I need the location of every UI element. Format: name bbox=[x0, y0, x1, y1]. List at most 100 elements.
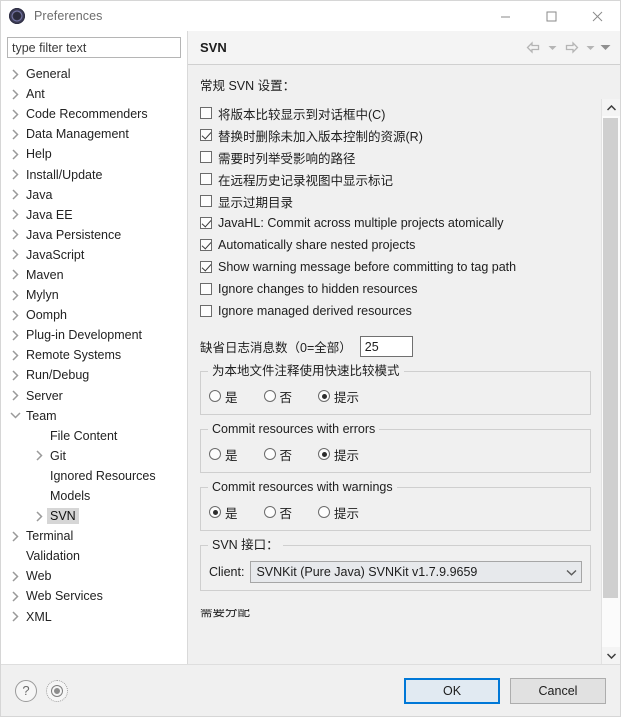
checkbox-checked-icon[interactable] bbox=[200, 217, 212, 229]
checkbox-checked-icon[interactable] bbox=[200, 239, 212, 251]
sidebar-item-ant[interactable]: Ant bbox=[1, 84, 187, 104]
scrollbar-track[interactable] bbox=[602, 116, 620, 647]
chevron-down-icon[interactable] bbox=[7, 412, 23, 419]
radio-option[interactable]: 否 bbox=[263, 503, 292, 522]
apply-defaults-icon[interactable] bbox=[46, 679, 68, 702]
sidebar-item-maven[interactable]: Maven bbox=[1, 265, 187, 285]
radio-unselected-icon[interactable] bbox=[209, 390, 221, 402]
setting-checkbox-row[interactable]: 替换时删除未加入版本控制的资源(R) bbox=[200, 124, 591, 146]
sidebar-item-mylyn[interactable]: Mylyn bbox=[1, 285, 187, 305]
ok-button[interactable]: OK bbox=[404, 677, 500, 704]
radio-option[interactable]: 是 bbox=[209, 503, 238, 522]
sidebar-item-remote-systems[interactable]: Remote Systems bbox=[1, 345, 187, 365]
sidebar-item-install-update[interactable]: Install/Update bbox=[1, 164, 187, 184]
setting-checkbox-row[interactable]: 在远程历史记录视图中显示标记 bbox=[200, 168, 591, 190]
chevron-right-icon[interactable] bbox=[7, 249, 23, 260]
chevron-right-icon[interactable] bbox=[7, 69, 23, 80]
search-input[interactable] bbox=[7, 37, 181, 58]
setting-checkbox-row[interactable]: Ignore managed derived resources bbox=[200, 300, 591, 322]
checkbox-unchecked-icon[interactable] bbox=[200, 173, 212, 185]
chevron-right-icon[interactable] bbox=[7, 269, 23, 281]
sidebar-item-validation[interactable]: Validation bbox=[1, 546, 187, 566]
content-scrollbar[interactable] bbox=[601, 99, 620, 664]
radio-unselected-icon[interactable] bbox=[263, 390, 276, 402]
view-menu-chevron-down-icon[interactable] bbox=[599, 38, 612, 58]
sidebar-item-web[interactable]: Web bbox=[1, 566, 187, 586]
back-menu-chevron-down-icon[interactable] bbox=[546, 38, 559, 58]
sidebar-item-java-ee[interactable]: Java EE bbox=[1, 205, 187, 225]
sidebar-item-plug-in-development[interactable]: Plug-in Development bbox=[1, 325, 187, 345]
sidebar-item-git[interactable]: Git bbox=[1, 446, 187, 466]
sidebar-item-code-recommenders[interactable]: Code Recommenders bbox=[1, 104, 187, 124]
chevron-right-icon[interactable] bbox=[7, 229, 23, 240]
chevron-right-icon[interactable] bbox=[7, 571, 23, 582]
chevron-right-icon[interactable] bbox=[7, 129, 23, 140]
sidebar-item-ignored-resources[interactable]: Ignored Resources bbox=[1, 466, 187, 486]
sidebar-item-file-content[interactable]: File Content bbox=[1, 426, 187, 446]
radio-option[interactable]: 是 bbox=[209, 387, 238, 406]
scroll-down-chevron-down-icon[interactable] bbox=[602, 647, 620, 664]
sidebar-item-java-persistence[interactable]: Java Persistence bbox=[1, 225, 187, 245]
chevron-right-icon[interactable] bbox=[7, 189, 23, 200]
chevron-right-icon[interactable] bbox=[7, 531, 23, 542]
chevron-right-icon[interactable] bbox=[7, 290, 23, 301]
radio-unselected-icon[interactable] bbox=[318, 506, 331, 518]
chevron-right-icon[interactable] bbox=[31, 450, 47, 461]
scroll-up-chevron-up-icon[interactable] bbox=[602, 99, 620, 116]
checkbox-unchecked-icon[interactable] bbox=[200, 151, 212, 163]
sidebar-item-web-services[interactable]: Web Services bbox=[1, 586, 187, 606]
close-icon[interactable] bbox=[574, 1, 620, 31]
setting-checkbox-row[interactable]: Automatically share nested projects bbox=[200, 234, 591, 256]
sidebar-item-javascript[interactable]: JavaScript bbox=[1, 245, 187, 265]
radio-selected-icon[interactable] bbox=[209, 506, 221, 518]
sidebar-item-xml[interactable]: XML bbox=[1, 607, 187, 627]
chevron-right-icon[interactable] bbox=[31, 511, 47, 522]
radio-unselected-icon[interactable] bbox=[209, 448, 221, 460]
radio-option[interactable]: 是 bbox=[209, 445, 238, 464]
setting-checkbox-row[interactable]: 显示过期目录 bbox=[200, 190, 591, 212]
cancel-button[interactable]: Cancel bbox=[510, 677, 606, 704]
forward-menu-chevron-down-icon[interactable] bbox=[584, 38, 597, 58]
sidebar-item-models[interactable]: Models bbox=[1, 486, 187, 506]
chevron-right-icon[interactable] bbox=[7, 89, 23, 100]
checkbox-unchecked-icon[interactable] bbox=[200, 305, 212, 317]
sidebar-item-terminal[interactable]: Terminal bbox=[1, 526, 187, 546]
checkbox-unchecked-icon[interactable] bbox=[200, 107, 212, 119]
chevron-right-icon[interactable] bbox=[7, 591, 23, 602]
radio-selected-icon[interactable] bbox=[318, 390, 331, 402]
minimize-icon[interactable] bbox=[482, 1, 528, 31]
checkbox-unchecked-icon[interactable] bbox=[200, 283, 212, 295]
log-messages-input[interactable] bbox=[359, 336, 413, 357]
chevron-right-icon[interactable] bbox=[7, 310, 23, 321]
radio-option[interactable]: 否 bbox=[263, 387, 292, 406]
sidebar-item-svn[interactable]: SVN bbox=[1, 506, 187, 526]
forward-arrow-icon[interactable] bbox=[561, 38, 582, 58]
sidebar-item-java[interactable]: Java bbox=[1, 185, 187, 205]
radio-unselected-icon[interactable] bbox=[263, 448, 276, 460]
sidebar-item-general[interactable]: General bbox=[1, 64, 187, 84]
chevron-right-icon[interactable] bbox=[7, 109, 23, 120]
chevron-right-icon[interactable] bbox=[7, 169, 23, 180]
maximize-icon[interactable] bbox=[528, 1, 574, 31]
sidebar-item-help[interactable]: Help bbox=[1, 144, 187, 164]
checkbox-checked-icon[interactable] bbox=[200, 261, 212, 273]
preferences-tree[interactable]: General Ant Code Recommenders Data Manageme… bbox=[1, 64, 187, 627]
chevron-right-icon[interactable] bbox=[7, 209, 23, 220]
checkbox-checked-icon[interactable] bbox=[200, 129, 212, 141]
sidebar-item-team[interactable]: Team bbox=[1, 406, 187, 426]
sidebar-item-run-debug[interactable]: Run/Debug bbox=[1, 365, 187, 385]
radio-option[interactable]: 否 bbox=[263, 445, 292, 464]
checkbox-unchecked-icon[interactable] bbox=[200, 195, 212, 207]
back-arrow-icon[interactable] bbox=[523, 38, 544, 58]
chevron-right-icon[interactable] bbox=[7, 330, 23, 341]
radio-option[interactable]: 提示 bbox=[318, 503, 359, 522]
chevron-right-icon[interactable] bbox=[7, 350, 23, 361]
setting-checkbox-row[interactable]: 将版本比较显示到对话框中(C) bbox=[200, 102, 591, 124]
sidebar-item-oomph[interactable]: Oomph bbox=[1, 305, 187, 325]
chevron-right-icon[interactable] bbox=[7, 611, 23, 622]
setting-checkbox-row[interactable]: Show warning message before committing t… bbox=[200, 256, 591, 278]
scrollbar-thumb[interactable] bbox=[603, 118, 618, 598]
radio-option[interactable]: 提示 bbox=[318, 387, 359, 406]
chevron-right-icon[interactable] bbox=[7, 370, 23, 381]
chevron-right-icon[interactable] bbox=[7, 390, 23, 401]
